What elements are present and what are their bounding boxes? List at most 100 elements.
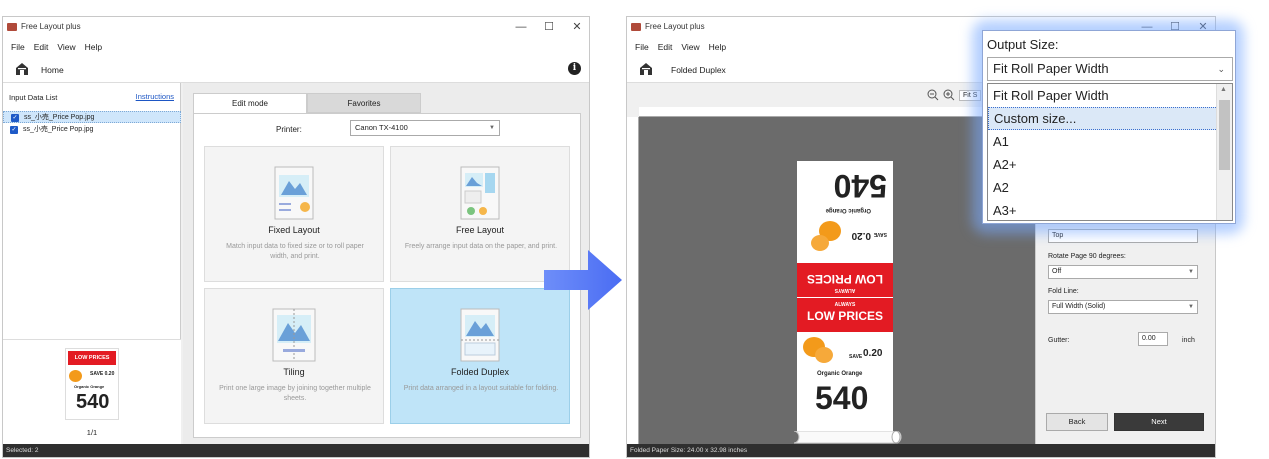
flipped-low-prices: LOW PRICES: [807, 272, 884, 286]
gutter-unit: inch: [1182, 337, 1195, 344]
rotate-select[interactable]: Off ▼: [1048, 265, 1198, 279]
chevron-down-icon: ▼: [1188, 269, 1194, 275]
card-title: Tiling: [283, 367, 305, 377]
option-a2-plus[interactable]: A2+: [988, 153, 1218, 176]
menu-bar: File Edit View Help: [3, 39, 589, 55]
printer-select[interactable]: Canon TX-4100 ▼: [350, 120, 500, 136]
input-list-title: Input Data List: [9, 93, 58, 102]
menu-view[interactable]: View: [681, 42, 699, 52]
orange-image: [815, 347, 833, 363]
minimize-button[interactable]: —: [515, 19, 527, 35]
home-icon[interactable]: [15, 62, 29, 76]
app-icon: [7, 23, 17, 31]
folded-duplex-paper: 540 Organic Orange SAVE 0.20 ALWAYS LOW …: [797, 161, 893, 431]
scroll-up-icon[interactable]: ▲: [1220, 86, 1227, 93]
mode-card-folded-duplex[interactable]: Folded Duplex Print data arranged in a l…: [390, 288, 570, 424]
orange-image: [811, 235, 829, 251]
preview-save: SAVE 0.20: [90, 371, 115, 377]
card-description: Print one large image by joining togethe…: [219, 385, 371, 402]
option-fit-roll-paper-width[interactable]: Fit Roll Paper Width: [988, 84, 1218, 107]
card-description: Freely arrange input data on the paper, …: [404, 243, 558, 250]
flipped-half: 540 Organic Orange SAVE 0.20: [797, 161, 893, 259]
tab-edit-mode[interactable]: Edit mode: [193, 93, 307, 114]
dropdown-scrollbar[interactable]: ▲: [1216, 84, 1232, 220]
status-bar: Selected: 2: [3, 444, 589, 457]
edit-mode-body: Printer: Canon TX-4100 ▼ Fixed Layout Ma…: [193, 113, 581, 438]
zoom-out-icon[interactable]: [927, 89, 939, 101]
close-button[interactable]: ✕: [571, 19, 583, 35]
instructions-link[interactable]: Instructions: [136, 92, 174, 101]
price-label: 540: [815, 380, 869, 416]
option-a2[interactable]: A2: [988, 176, 1218, 199]
gutter-stepper[interactable]: 0.00: [1138, 332, 1168, 346]
mode-card-fixed-layout[interactable]: Fixed Layout Match input data to fixed s…: [204, 146, 384, 282]
fold-line-value: Full Width (Solid): [1052, 303, 1106, 310]
info-icon[interactable]: i: [568, 62, 581, 75]
title-bar: Free Layout plus — ☐ ✕: [3, 17, 589, 39]
menu-help[interactable]: Help: [709, 42, 726, 52]
home-window: Free Layout plus — ☐ ✕ File Edit View He…: [2, 16, 590, 458]
paper-roll-icon: [793, 431, 902, 444]
menu-view[interactable]: View: [57, 42, 75, 52]
tab-favorites[interactable]: Favorites: [307, 93, 421, 113]
card-description: Print data arranged in a layout suitable…: [403, 385, 559, 392]
checkbox[interactable]: ✓: [10, 126, 18, 134]
list-item[interactable]: ✓ ss_小売_Price Pop.jpg: [3, 124, 181, 136]
status-bar: Folded Paper Size: 24.00 x 32.98 inches: [627, 444, 1215, 457]
printer-label: Printer:: [276, 125, 302, 134]
free-layout-icon: [460, 166, 500, 220]
low-prices-label: LOW PRICES: [806, 309, 883, 323]
breadcrumb: Home i: [3, 55, 589, 83]
output-size-value: Fit Roll Paper Width: [993, 61, 1109, 76]
save-label: SAVE: [849, 354, 863, 360]
vertical-ruler: [627, 117, 639, 446]
window-title: Free Layout plus: [645, 22, 705, 31]
card-title: Fixed Layout: [268, 225, 320, 235]
menu-help[interactable]: Help: [85, 42, 102, 52]
option-custom-size[interactable]: Custom size...: [988, 107, 1218, 130]
page-count: 1/1: [86, 428, 98, 437]
list-item[interactable]: ✓ ss_小売_Price Pop.jpg: [3, 111, 181, 123]
menu-edit[interactable]: Edit: [658, 42, 673, 52]
chevron-down-icon: ▼: [489, 125, 495, 131]
output-size-label: Output Size:: [987, 37, 1059, 52]
flipped-red-band: ALWAYS LOW PRICES: [797, 263, 893, 297]
mode-card-tiling[interactable]: Tiling Print one large image by joining …: [204, 288, 384, 424]
preview-product: Organic Orange: [74, 384, 105, 389]
checkbox[interactable]: ✓: [11, 114, 19, 122]
preview-band: LOW PRICES: [68, 351, 116, 365]
printer-value: Canon TX-4100: [355, 123, 408, 132]
chevron-down-icon: ⌄: [1217, 64, 1225, 74]
input-data-list: Input Data List Instructions ✓ ss_小売_Pri…: [3, 83, 181, 446]
fixed-layout-icon: [274, 166, 314, 220]
output-size-options: Fit Roll Paper Width Custom size... A1 A…: [987, 83, 1233, 221]
app-icon: [631, 23, 641, 31]
back-button[interactable]: Back: [1046, 413, 1108, 431]
output-size-select[interactable]: Fit Roll Paper Width ⌄: [987, 57, 1233, 81]
orange-image: [69, 370, 82, 382]
zoom-in-icon[interactable]: [943, 89, 955, 101]
output-size-callout: Output Size: Fit Roll Paper Width ⌄ Fit …: [982, 30, 1236, 224]
flipped-organic: Organic Orange: [825, 207, 871, 213]
window-title: Free Layout plus: [21, 22, 81, 31]
next-button[interactable]: Next: [1114, 413, 1204, 431]
gutter-value: 0.00: [1142, 335, 1156, 342]
flipped-save-label: SAVE: [873, 231, 887, 237]
fold-line-select[interactable]: Full Width (Solid) ▼: [1048, 300, 1198, 314]
menu-edit[interactable]: Edit: [34, 42, 49, 52]
breadcrumb-current: Folded Duplex: [671, 65, 726, 75]
card-title: Free Layout: [455, 225, 505, 235]
flipped-price: 540: [833, 168, 887, 204]
menu-file[interactable]: File: [635, 42, 649, 52]
menu-file[interactable]: File: [11, 42, 25, 52]
mode-card-free-layout[interactable]: Free Layout Freely arrange input data on…: [390, 146, 570, 282]
home-icon[interactable]: [639, 62, 653, 76]
option-a1[interactable]: A1: [988, 130, 1218, 153]
maximize-button[interactable]: ☐: [543, 19, 555, 35]
scroll-thumb[interactable]: [1219, 100, 1230, 170]
option-a3-plus[interactable]: A3+: [988, 199, 1218, 222]
gutter-label: Gutter:: [1048, 337, 1070, 344]
mode-panel: Edit mode Favorites Printer: Canon TX-41…: [183, 83, 589, 446]
folded-duplex-icon: [460, 308, 500, 362]
preview-thumbnail: LOW PRICES SAVE 0.20 Organic Orange 540: [65, 348, 119, 420]
